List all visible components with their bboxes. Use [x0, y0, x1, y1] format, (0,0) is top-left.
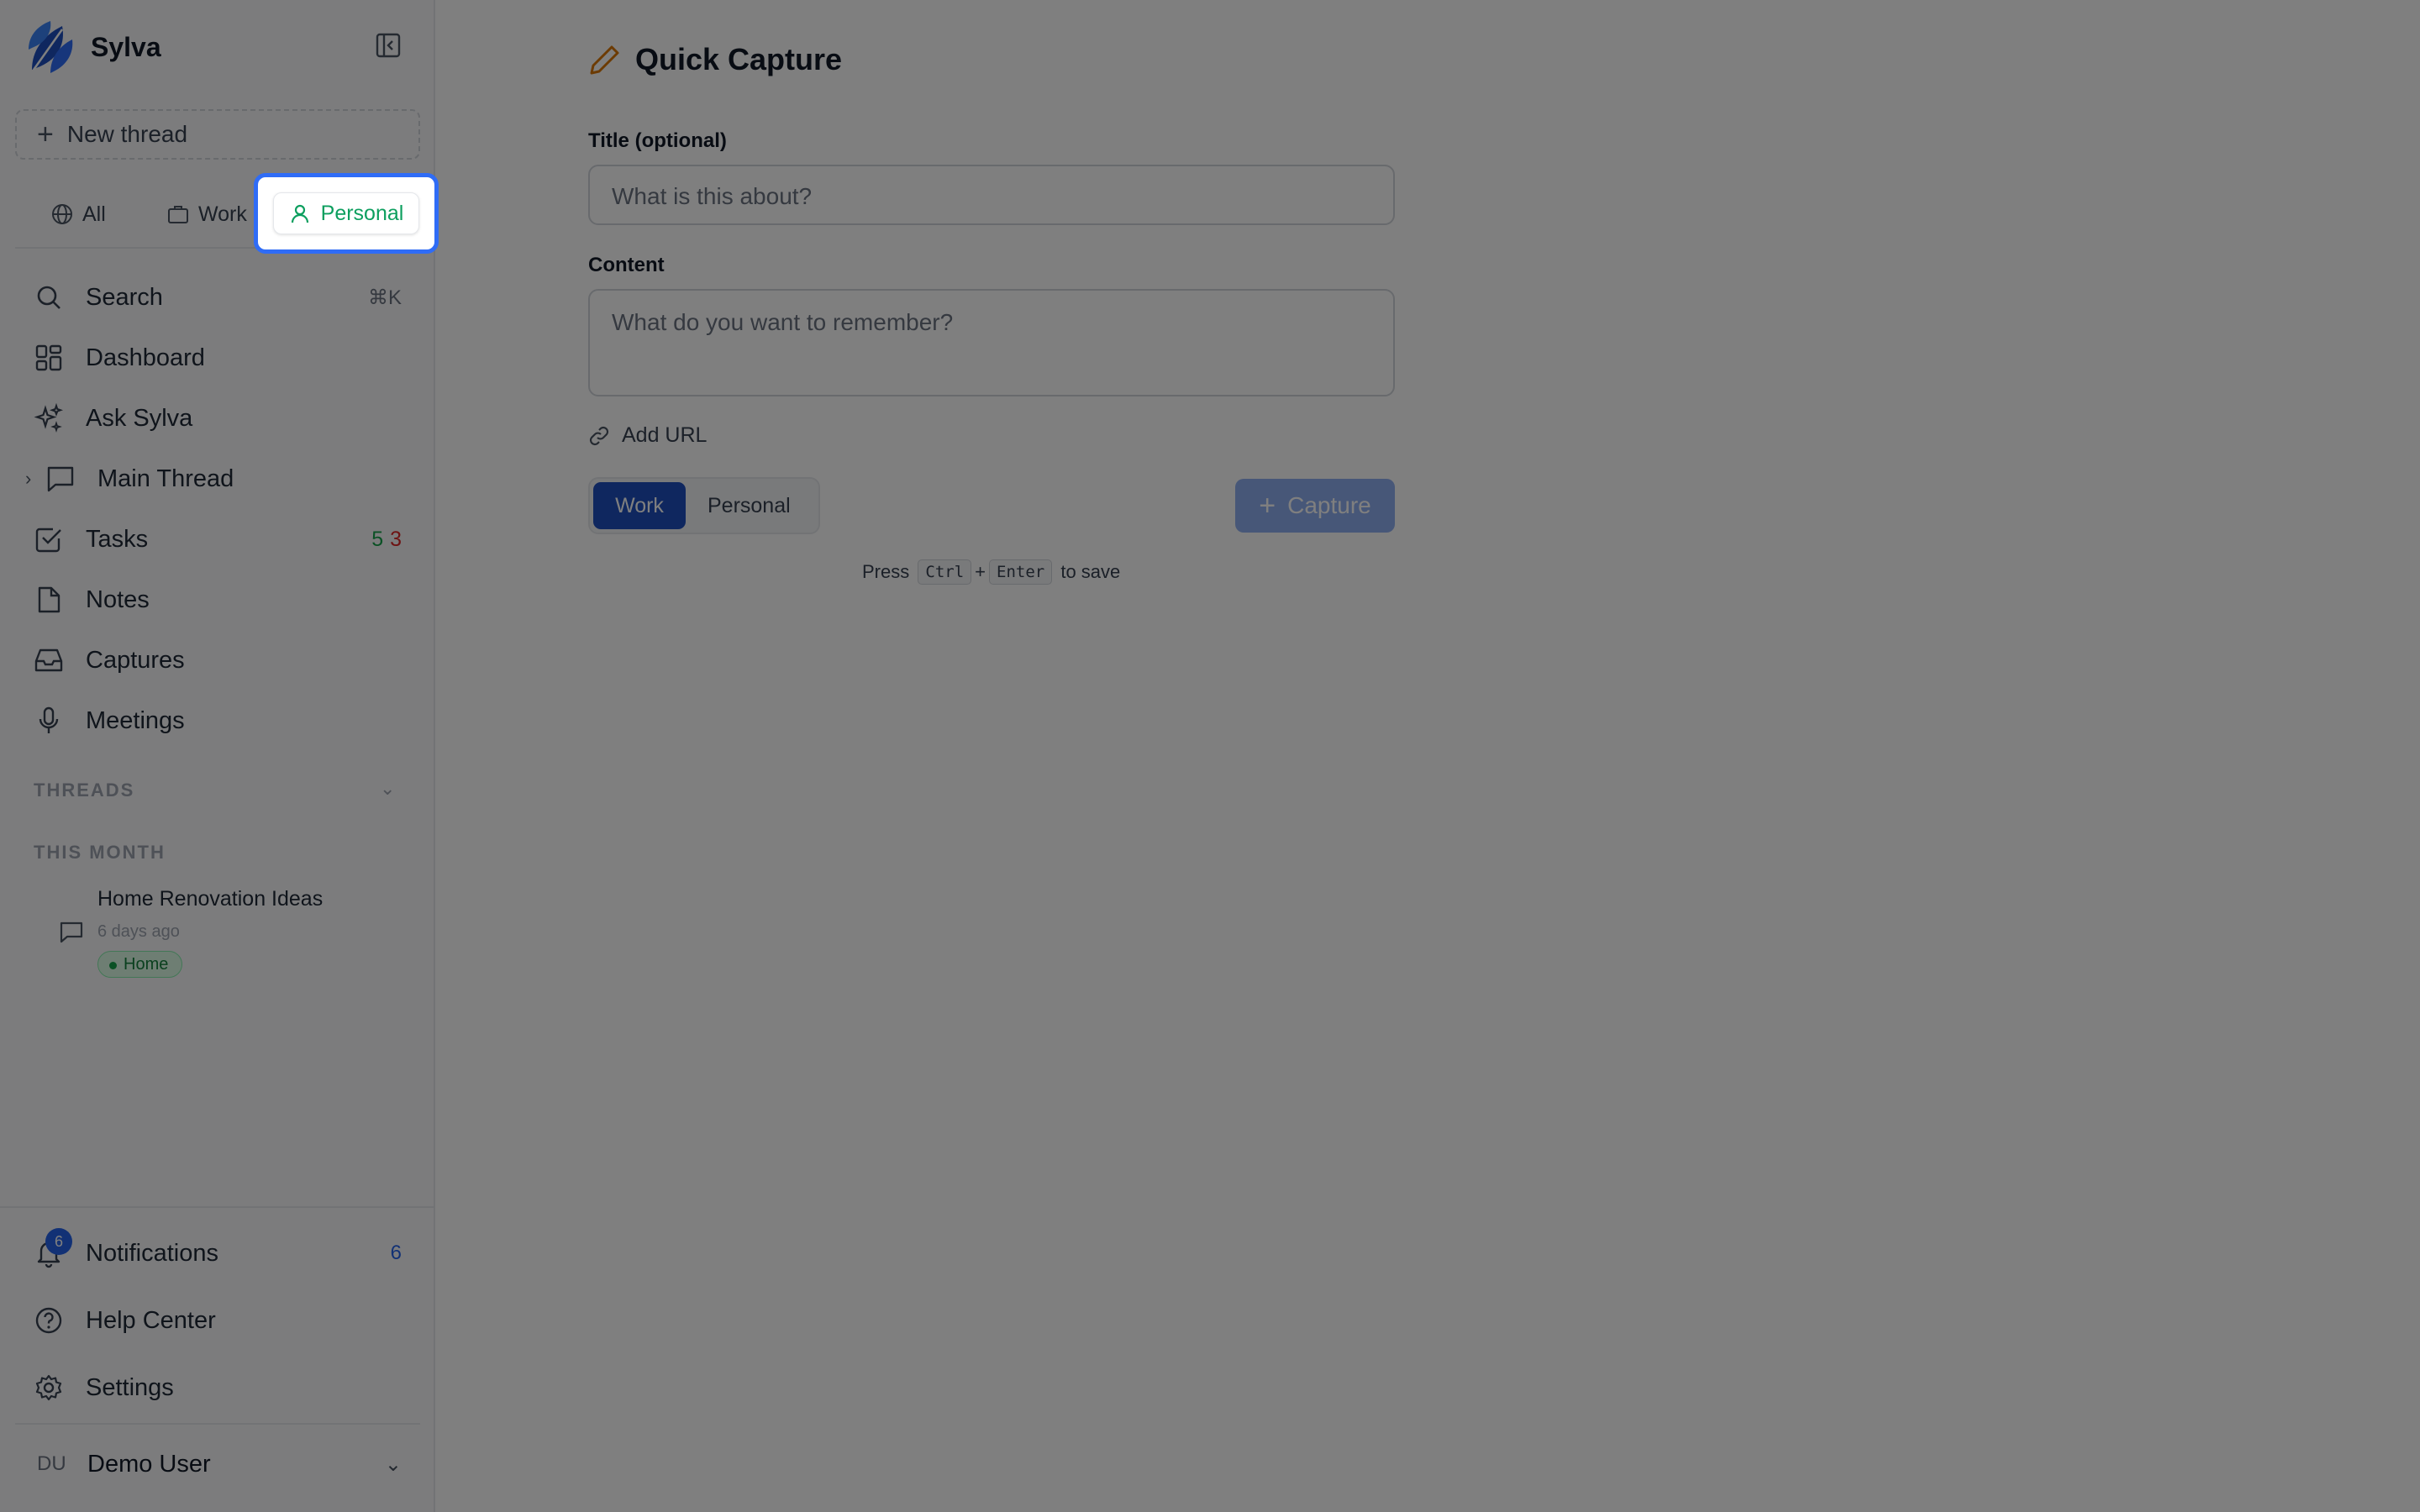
nav-help-center[interactable]: Help Center [15, 1287, 420, 1354]
nav-captures[interactable]: Captures [15, 630, 420, 690]
briefcase-icon [168, 206, 188, 223]
message-square-icon [45, 464, 76, 494]
nav-notifications[interactable]: 6 Notifications 6 [15, 1220, 420, 1287]
globe-icon [52, 204, 72, 224]
nav-settings-label: Settings [86, 1373, 174, 1401]
search-shortcut: ⌘K [367, 286, 402, 309]
bottom-nav: 6 Notifications 6 Help Center Settings [15, 1220, 420, 1421]
help-circle-icon [34, 1305, 64, 1336]
nav-search[interactable]: Search ⌘K [15, 267, 420, 328]
kbd-ctrl: Ctrl [918, 559, 972, 585]
nav-notifications-label: Notifications [86, 1239, 218, 1267]
filter-work[interactable]: Work [166, 195, 247, 234]
gear-icon [34, 1373, 64, 1403]
nav-settings[interactable]: Settings [15, 1354, 420, 1421]
save-hint: Press Ctrl + Enter to save [862, 559, 1120, 585]
scope-toggle: Work Personal [588, 477, 820, 534]
thread-item[interactable]: Home Renovation Ideas 6 days ago Home [55, 884, 408, 984]
plus-icon: + [1259, 489, 1276, 522]
nav-captures-label: Captures [86, 646, 185, 674]
nav-main-thread-label: Main Thread [97, 465, 234, 492]
tasks-counts: 53 [371, 528, 402, 552]
nav-dashboard[interactable]: Dashboard [15, 328, 420, 388]
hint-plus: + [975, 561, 986, 582]
new-thread-label: New thread [66, 121, 188, 147]
pencil-icon [590, 45, 619, 75]
capture-button[interactable]: + Capture [1235, 479, 1395, 533]
add-url-button[interactable]: Add URL [588, 423, 707, 448]
filter-all-label: All [82, 202, 106, 226]
filter-all[interactable]: All [50, 195, 106, 234]
chevron-right-icon[interactable]: › [25, 468, 39, 490]
filter-work-label: Work [198, 202, 247, 226]
add-url-label: Add URL [622, 423, 708, 447]
nav-ask-sylva[interactable]: Ask Sylva [15, 388, 420, 449]
page-title: Quick Capture [588, 42, 842, 77]
threads-section-label: THREADS [34, 780, 135, 801]
nav-help-center-label: Help Center [86, 1306, 216, 1334]
user-name: Demo User [87, 1450, 211, 1478]
notifications-badge: 6 [45, 1228, 72, 1255]
collapse-sidebar-icon[interactable] [375, 32, 402, 59]
filter-personal-label: Personal [320, 201, 404, 225]
thread-tag: Home [97, 951, 183, 978]
dashboard-icon [34, 343, 64, 373]
plus-icon: + [37, 118, 54, 150]
nav-dashboard-label: Dashboard [86, 344, 205, 371]
scope-work-option[interactable]: Work [593, 482, 686, 529]
nav-tasks-label: Tasks [86, 525, 149, 553]
capture-button-label: Capture [1287, 492, 1371, 518]
nav-main-thread[interactable]: › Main Thread [15, 449, 420, 509]
content-label: Content [588, 254, 665, 276]
microphone-icon [34, 706, 64, 736]
link-icon [589, 426, 609, 445]
nav-ask-sylva-label: Ask Sylva [86, 404, 193, 432]
tasks-count-green: 5 [371, 527, 384, 551]
scope-personal-option[interactable]: Personal [708, 482, 791, 529]
sylva-logo-icon [29, 21, 73, 73]
chevron-down-icon: ⌄ [384, 1452, 402, 1476]
tasks-count-red: 3 [390, 527, 402, 551]
check-square-icon [34, 524, 64, 554]
main-content [437, 0, 2420, 1512]
page-title-text: Quick Capture [635, 42, 843, 76]
nav-tasks[interactable]: Tasks 53 [15, 509, 420, 570]
sidebar-divider [0, 1206, 435, 1208]
message-square-icon [60, 921, 83, 943]
search-icon [34, 282, 64, 312]
thread-title: Home Renovation Ideas [97, 887, 324, 911]
main-nav: Search ⌘K Dashboard Ask Sylva › Main Thr… [15, 267, 420, 751]
spotlight-highlight: Personal [254, 173, 439, 254]
hint-press: Press [862, 561, 910, 582]
kbd-enter: Enter [989, 559, 1053, 585]
thread-time: 6 days ago [97, 922, 180, 941]
new-thread-button[interactable]: + New thread [15, 109, 420, 160]
nav-search-label: Search [86, 283, 163, 311]
nav-meetings[interactable]: Meetings [15, 690, 420, 751]
content-textarea[interactable]: What do you want to remember? [588, 289, 1395, 396]
chevron-down-icon[interactable]: ⌄ [380, 778, 395, 800]
hint-suffix: to save [1060, 561, 1121, 582]
user-icon [291, 204, 308, 223]
inbox-icon [34, 645, 64, 675]
brand: Sylva [25, 17, 161, 77]
nav-meetings-label: Meetings [86, 706, 185, 734]
title-label: Title (optional) [588, 129, 727, 152]
this-month-label: THIS MONTH [34, 842, 166, 863]
filter-personal[interactable]: Personal [272, 192, 420, 234]
title-input[interactable]: What is this about? [588, 165, 1395, 225]
nav-notes-label: Notes [86, 585, 150, 613]
avatar: DU [37, 1452, 66, 1475]
file-icon [34, 585, 64, 615]
user-menu[interactable]: DU Demo User ⌄ [15, 1423, 420, 1504]
sparkles-icon [34, 403, 64, 433]
nav-notes[interactable]: Notes [15, 570, 420, 630]
app-name: Sylva [91, 31, 161, 62]
notifications-count: 6 [390, 1242, 402, 1264]
